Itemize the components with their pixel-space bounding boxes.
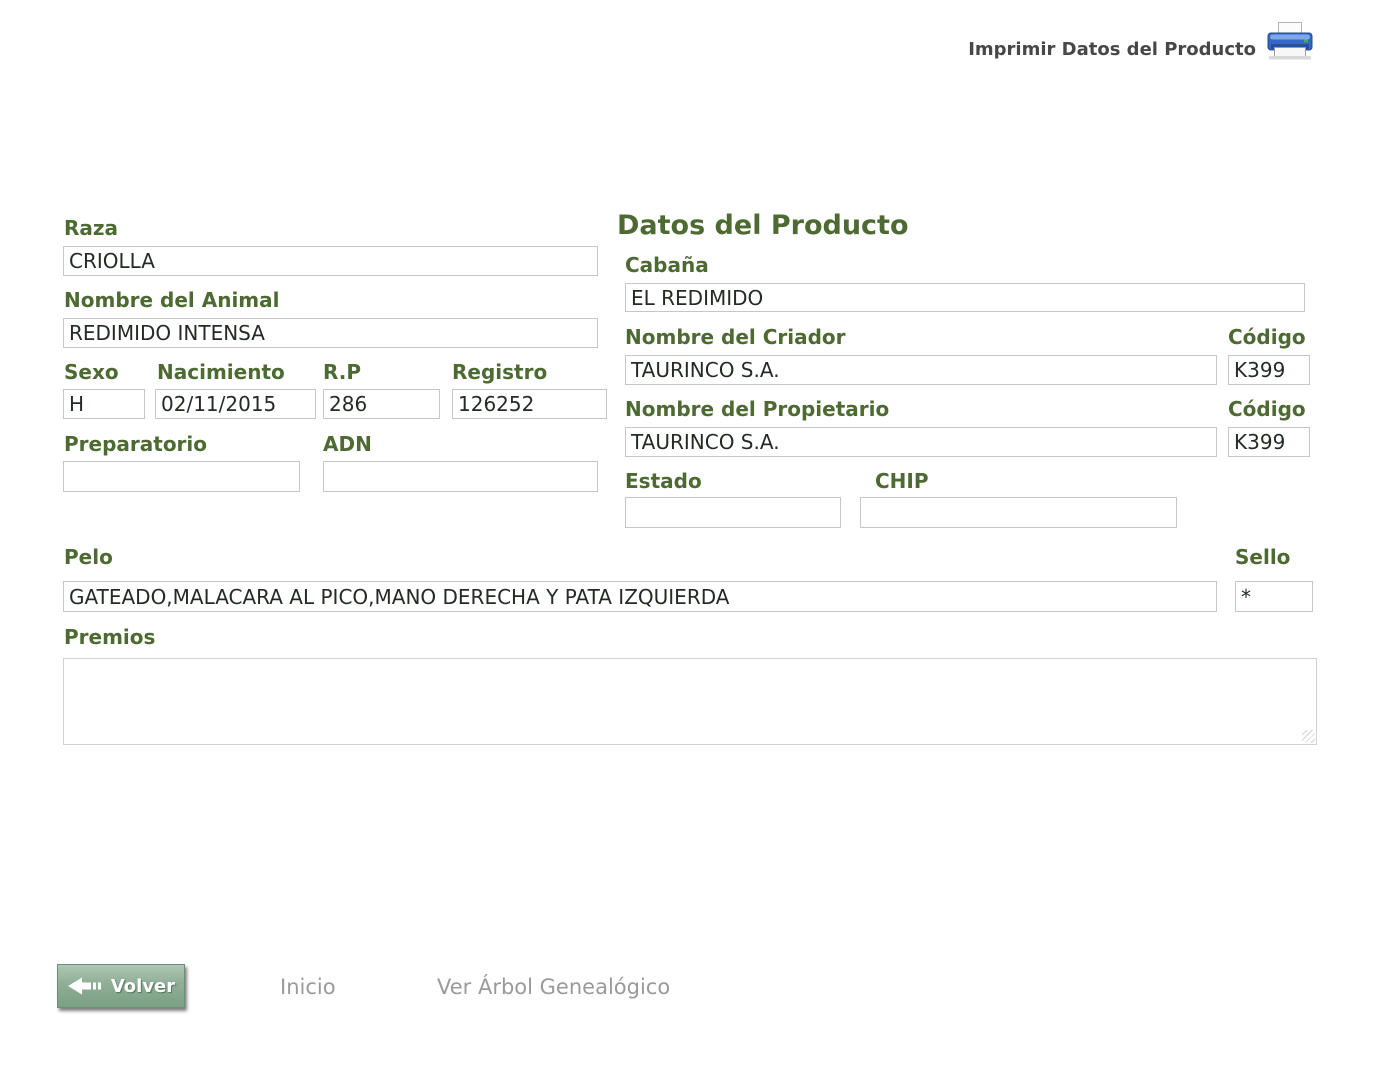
print-product-label: Imprimir Datos del Producto [968,39,1256,60]
preparatorio-label: Preparatorio [64,432,207,456]
premios-label: Premios [64,625,155,649]
cabana-label: Cabaña [625,253,709,277]
sexo-field[interactable] [63,389,145,419]
sello-label: Sello [1235,545,1290,569]
product-data-page: Imprimir Datos del Producto Raza Nombre … [0,0,1395,1068]
estado-label: Estado [625,469,702,493]
sexo-label: Sexo [64,360,119,384]
propietario-field[interactable] [625,427,1217,457]
printer-icon[interactable] [1267,22,1313,62]
propietario-codigo-label: Código [1228,397,1306,421]
nombre-animal-field[interactable] [63,318,598,348]
preparatorio-field[interactable] [63,461,300,492]
chip-label: CHIP [875,469,929,493]
print-product-button[interactable]: Imprimir Datos del Producto [968,22,1313,62]
inicio-link[interactable]: Inicio [280,975,336,999]
volver-button[interactable]: Volver [57,964,185,1008]
chip-field[interactable] [860,497,1177,528]
nombre-animal-label: Nombre del Animal [64,288,280,312]
volver-label: Volver [111,976,175,997]
raza-field[interactable] [63,246,598,276]
rp-label: R.P [323,360,361,384]
ver-arbol-genealogico-link[interactable]: Ver Árbol Genealógico [437,975,670,999]
nacimiento-field[interactable] [155,389,316,419]
propietario-codigo-field[interactable] [1228,427,1310,457]
sello-field[interactable] [1235,581,1313,612]
nacimiento-label: Nacimiento [157,360,285,384]
resize-grip-icon[interactable] [1302,730,1315,743]
criador-field[interactable] [625,355,1217,385]
adn-field[interactable] [323,461,598,492]
adn-label: ADN [323,432,372,456]
pelo-label: Pelo [64,545,113,569]
estado-field[interactable] [625,497,841,528]
criador-codigo-field[interactable] [1228,355,1310,385]
back-arrow-icon [67,976,103,996]
propietario-label: Nombre del Propietario [625,397,889,421]
registro-label: Registro [452,360,547,384]
rp-field[interactable] [323,389,440,419]
raza-label: Raza [64,216,118,240]
criador-codigo-label: Código [1228,325,1306,349]
criador-label: Nombre del Criador [625,325,846,349]
cabana-field[interactable] [625,283,1305,312]
pelo-field[interactable] [63,581,1217,612]
premios-field[interactable] [63,658,1317,745]
page-title: Datos del Producto [617,211,909,241]
registro-field[interactable] [452,389,607,419]
